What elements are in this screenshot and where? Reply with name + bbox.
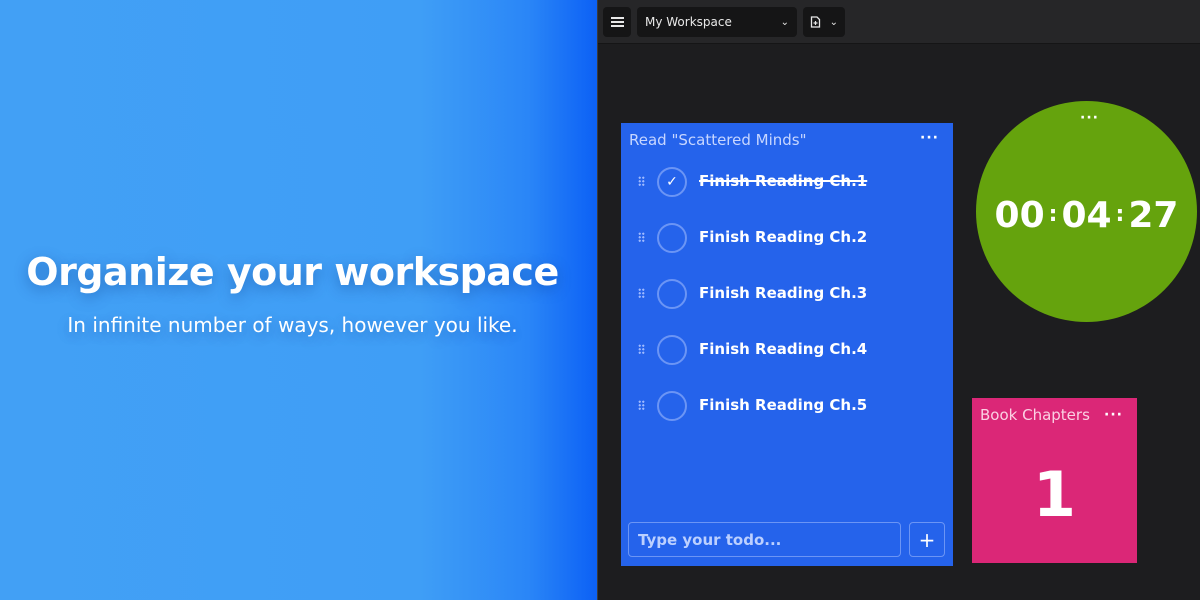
drag-handle-icon[interactable]	[638, 288, 645, 298]
todo-item-label: Finish Reading Ch.5	[699, 396, 868, 414]
timer-separator: :	[1115, 202, 1125, 227]
timer-hours: 00	[994, 195, 1045, 236]
todo-list: ✓ Finish Reading Ch.1 Finish Reading Ch.…	[621, 163, 953, 443]
promo-panel: Organize your workspace In infinite numb…	[0, 0, 600, 600]
todo-item-label: Finish Reading Ch.1	[699, 172, 868, 190]
drag-handle-icon[interactable]	[638, 232, 645, 242]
todo-checkbox-checked[interactable]: ✓	[657, 167, 687, 197]
todo-input[interactable]	[628, 522, 901, 557]
todo-item: Finish Reading Ch.2	[621, 219, 953, 275]
more-horizontal-icon[interactable]: ···	[920, 131, 939, 145]
todo-item: Finish Reading Ch.4	[621, 331, 953, 387]
counter-widget-title: Book Chapters	[980, 406, 1090, 424]
drag-handle-icon[interactable]	[638, 400, 645, 410]
workspace-select-value: My Workspace	[645, 15, 732, 29]
timer-minutes: 04	[1061, 195, 1112, 236]
hamburger-menu-icon	[610, 17, 624, 27]
todo-item: Finish Reading Ch.3	[621, 275, 953, 331]
todo-item-label: Finish Reading Ch.3	[699, 284, 868, 302]
chevron-down-icon: ⌄	[780, 16, 789, 28]
timer-seconds: 27	[1128, 195, 1179, 236]
chevron-down-icon: ⌄	[829, 16, 838, 28]
todo-checkbox[interactable]	[657, 335, 687, 365]
top-toolbar: My Workspace ⌄ ⌄	[598, 0, 1200, 44]
timer-separator: :	[1048, 202, 1058, 227]
todo-item: ✓ Finish Reading Ch.1	[621, 163, 953, 219]
timer-display[interactable]: 00:04:27	[976, 195, 1197, 236]
workspace-select[interactable]: My Workspace ⌄	[637, 7, 797, 37]
more-horizontal-icon[interactable]: ···	[1104, 408, 1123, 422]
app-window: My Workspace ⌄ ⌄ Read "Scattered Minds" …	[597, 0, 1200, 600]
counter-value: 1	[1032, 458, 1077, 531]
promo-title: Organize your workspace	[26, 250, 559, 294]
menu-button[interactable]	[603, 7, 631, 37]
todo-widget-title: Read "Scattered Minds"	[629, 131, 807, 149]
document-menu-button[interactable]: ⌄	[803, 7, 845, 37]
drag-handle-icon[interactable]	[638, 176, 645, 186]
more-horizontal-icon[interactable]: ···	[1080, 111, 1099, 125]
todo-item: Finish Reading Ch.5	[621, 387, 953, 443]
todo-checkbox[interactable]	[657, 223, 687, 253]
todo-item-label: Finish Reading Ch.4	[699, 340, 868, 358]
checkmark-icon: ✓	[666, 174, 678, 190]
timer-widget: ··· 00:04:27	[976, 101, 1197, 322]
todo-item-label: Finish Reading Ch.2	[699, 228, 868, 246]
todo-checkbox[interactable]	[657, 391, 687, 421]
add-todo-button[interactable]: +	[909, 522, 945, 557]
promo-subtitle: In infinite number of ways, however you …	[67, 313, 518, 337]
counter-widget[interactable]: Book Chapters ··· 1	[972, 398, 1137, 563]
todo-checkbox[interactable]	[657, 279, 687, 309]
todo-widget: Read "Scattered Minds" ··· ✓ Finish Read…	[621, 123, 953, 566]
document-icon	[810, 16, 821, 28]
drag-handle-icon[interactable]	[638, 344, 645, 354]
